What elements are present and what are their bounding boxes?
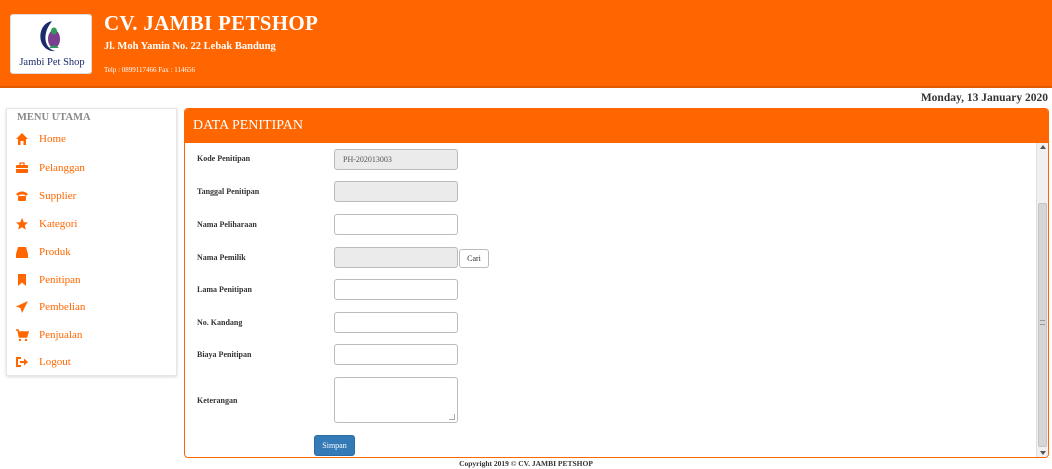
home-icon — [15, 132, 31, 146]
panel-title: DATA PENITIPAN — [193, 118, 303, 133]
no-kandang-field[interactable] — [334, 312, 458, 333]
resize-grip-icon[interactable] — [449, 414, 455, 420]
sidebar-item-logout[interactable]: Logout — [15, 353, 71, 371]
logout-icon — [15, 355, 31, 369]
data-penitipan-panel: DATA PENITIPAN Kode Penitipan PH-2020130… — [184, 108, 1049, 458]
logo: Jambi Pet Shop — [10, 14, 92, 74]
sidebar-item-label: Pelanggan — [39, 162, 85, 174]
nama-pemilik-field[interactable] — [334, 247, 458, 268]
cart-icon — [15, 328, 31, 342]
company-phone: Telp : 0899117466 Fax : 114656 — [104, 66, 195, 74]
sidebar-item-kategori[interactable]: Kategori — [15, 215, 77, 233]
header: Jambi Pet Shop CV. JAMBI PETSHOP Jl. Moh… — [0, 0, 1052, 88]
sidebar-item-supplier[interactable]: Supplier — [15, 187, 76, 205]
company-address: Jl. Moh Yamin No. 22 Lebak Bandung — [104, 41, 276, 52]
bookmark-icon — [15, 273, 31, 287]
kode-penitipan-field[interactable]: PH-202013003 — [334, 149, 458, 170]
simpan-button[interactable]: Simpan — [314, 435, 355, 456]
sidebar-item-home[interactable]: Home — [15, 130, 66, 148]
logo-mark-icon — [40, 21, 60, 52]
sidebar-item-label: Penitipan — [39, 274, 81, 286]
sidebar-item-label: Home — [39, 133, 66, 145]
panel-header: DATA PENITIPAN — [185, 109, 1048, 143]
no-kandang-label: No. Kandang — [197, 318, 243, 327]
sidebar-item-produk[interactable]: Produk — [15, 243, 71, 261]
panel-scrollbar[interactable] — [1036, 143, 1048, 457]
logo-text: Jambi Pet Shop — [19, 57, 85, 68]
tanggal-penitipan-field[interactable] — [334, 181, 458, 202]
sidebar-item-pelanggan[interactable]: Pelanggan — [15, 159, 85, 177]
company-name: CV. JAMBI PETSHOP — [104, 11, 319, 35]
nama-pemilik-label: Nama Pemilik — [197, 253, 246, 262]
sidebar-item-penitipan[interactable]: Penitipan — [15, 271, 81, 289]
tanggal-penitipan-label: Tanggal Penitipan — [197, 187, 260, 196]
hdd-icon — [15, 245, 31, 259]
sidebar-item-label: Logout — [39, 356, 71, 368]
lama-penitipan-field[interactable] — [334, 279, 458, 300]
sidebar-item-label: Kategori — [39, 218, 78, 230]
nama-peliharaan-label: Nama Peliharaan — [197, 220, 257, 229]
kode-penitipan-label: Kode Penitipan — [197, 154, 251, 163]
scroll-thumb[interactable] — [1038, 203, 1047, 447]
cari-button[interactable]: Cari — [459, 249, 489, 268]
star-icon — [15, 217, 31, 231]
briefcase-icon — [15, 161, 31, 175]
scroll-down-arrow-icon[interactable] — [1040, 451, 1046, 455]
phone-icon — [15, 189, 31, 203]
lama-penitipan-label: Lama Penitipan — [197, 285, 252, 294]
current-date: Monday, 13 January 2020 — [920, 92, 1048, 104]
sidebar-item-label: Pembelian — [39, 301, 86, 313]
sidebar-item-label: Penjualan — [39, 329, 83, 341]
keterangan-label: Keterangan — [197, 396, 238, 405]
sidebar-item-penjualan[interactable]: Penjualan — [15, 326, 82, 344]
sidebar-menu: MENU UTAMA Home Pelanggan Supplier Kateg… — [6, 108, 177, 376]
footer-copyright: Copyright 2019 © CV. JAMBI PETSHOP — [459, 459, 593, 468]
biaya-penitipan-label: Biaya Penitipan — [197, 350, 252, 359]
sidebar-item-label: Supplier — [39, 190, 77, 202]
keterangan-textarea[interactable] — [334, 377, 458, 423]
scroll-up-arrow-icon[interactable] — [1040, 145, 1046, 149]
send-icon — [15, 300, 31, 314]
nama-peliharaan-field[interactable] — [334, 214, 458, 235]
thumb-grip-icon — [1040, 320, 1045, 325]
sidebar-title: MENU UTAMA — [17, 112, 91, 123]
biaya-penitipan-field[interactable] — [334, 344, 458, 365]
sidebar-item-label: Produk — [39, 246, 71, 258]
sidebar-item-pembelian[interactable]: Pembelian — [15, 298, 85, 316]
